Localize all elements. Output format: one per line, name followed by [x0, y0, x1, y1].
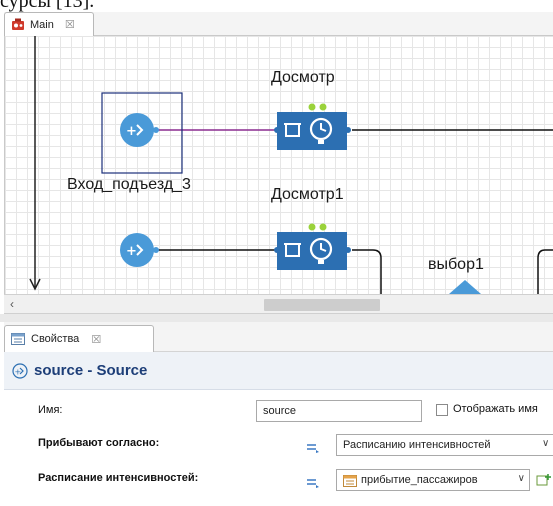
tab-main[interactable]: Main ☒: [4, 12, 94, 36]
static-value-icon[interactable]: [306, 476, 320, 488]
horizontal-scrollbar[interactable]: ‹: [4, 294, 553, 314]
source-icon: +: [12, 362, 28, 379]
chevron-down-icon: ∨: [542, 438, 550, 449]
diagram-canvas[interactable]: + + Досмотр Досмотр1 Вход_подъезд_3 выбо…: [4, 36, 553, 294]
dosmotr1-label: Досмотр1: [271, 186, 344, 203]
show-name-checkbox[interactable]: [436, 404, 448, 416]
chevron-down-icon: ∨: [517, 473, 525, 484]
name-field[interactable]: source: [256, 400, 422, 422]
connector-dosmotr1-out: [352, 249, 382, 294]
page-caption: сурсы [13].: [0, 0, 95, 12]
tab-main-label: Main: [30, 18, 54, 31]
scrollbar-thumb[interactable]: [264, 299, 380, 311]
name-label: Имя:: [38, 404, 63, 416]
close-icon[interactable]: ☒: [65, 18, 75, 31]
dosmotr-label: Досмотр: [271, 69, 335, 86]
properties-title: source - Source: [34, 362, 148, 379]
properties-body: Имя: source Отображать имя Прибывают сог…: [4, 390, 553, 506]
source-block-2[interactable]: +: [120, 233, 159, 267]
static-value-icon[interactable]: [306, 441, 320, 453]
editor-tab-bar: Main ☒: [4, 12, 553, 36]
arrive-combo-value: Расписанию интенсивностей: [343, 439, 491, 451]
schedule-combo-value: прибытие_пассажиров: [361, 474, 478, 486]
close-icon[interactable]: ☒: [91, 333, 101, 346]
panel-divider: [0, 314, 553, 322]
schedule-combo[interactable]: прибытие_пассажиров ∨: [336, 469, 530, 491]
vybor1-label: выбор1: [428, 256, 484, 273]
arrive-combo[interactable]: Расписанию интенсивностей ∨: [336, 434, 553, 456]
main-agent-icon: [12, 18, 24, 30]
scroll-left-icon[interactable]: ‹: [10, 297, 14, 311]
vybor1-block[interactable]: [449, 280, 481, 294]
properties-tab-bar: Свойства ☒: [4, 322, 553, 352]
dosmotr1-block[interactable]: [274, 223, 351, 271]
create-schedule-icon[interactable]: [536, 473, 552, 487]
svg-text:+: +: [126, 124, 137, 139]
dosmotr-block[interactable]: [274, 103, 351, 151]
source-label: Вход_подъезд_3: [67, 176, 191, 193]
tab-properties-label: Свойства: [31, 333, 80, 345]
schedule-icon: [343, 474, 357, 487]
tab-properties[interactable]: Свойства ☒: [4, 325, 154, 352]
connector-right: [537, 249, 553, 294]
svg-text:+: +: [126, 244, 137, 259]
show-name-label: Отображать имя: [453, 403, 538, 415]
schedule-label: Расписание интенсивностей:: [38, 472, 199, 484]
properties-header: + source - Source: [4, 352, 553, 390]
arrive-label: Прибывают согласно:: [38, 437, 160, 449]
properties-icon: [11, 333, 25, 345]
source-block[interactable]: +: [120, 113, 159, 147]
